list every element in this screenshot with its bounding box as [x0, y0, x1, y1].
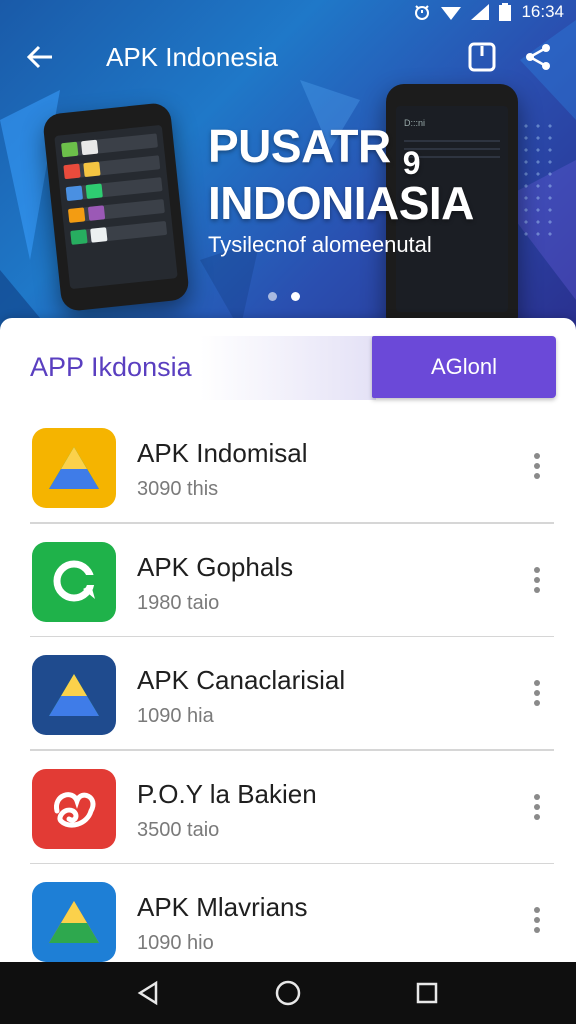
hero-headline: PUSATR 9 INDONIASIA — [208, 120, 474, 229]
list-item[interactable]: APK Indomisal 3090 this — [0, 410, 576, 524]
wifi-icon — [441, 4, 462, 20]
list-item[interactable]: APK Mlavrians 1090 hio — [0, 864, 576, 978]
app-list: APK Indomisal 3090 this APK Gophals 1980… — [0, 410, 576, 978]
app-icon — [32, 541, 116, 622]
more-vert-icon — [534, 453, 540, 479]
phone-illustration-left — [42, 101, 190, 313]
more-options-button[interactable] — [520, 671, 554, 715]
app-meta: 1090 hia — [137, 705, 214, 727]
nav-recents-button[interactable] — [397, 963, 457, 1023]
content-sheet: APP Ikdonsia AGlonl APK Indomisal 3090 t… — [0, 318, 576, 962]
bookmark-icon — [468, 42, 496, 72]
app-meta: 3500 taio — [137, 818, 220, 841]
section-action-button[interactable]: AGlonl — [372, 336, 556, 398]
drive-triangle-icon — [49, 674, 99, 716]
app-meta: 1090 hio — [137, 932, 214, 954]
more-options-button[interactable] — [520, 558, 554, 602]
carousel-pager[interactable] — [268, 292, 300, 301]
more-vert-icon — [534, 680, 540, 706]
app-meta: 3090 this — [137, 478, 219, 500]
nav-home-button[interactable] — [258, 963, 318, 1023]
app-name: APK Canaclarisial — [137, 665, 346, 695]
pager-dot-active[interactable] — [291, 292, 300, 301]
app-icon — [32, 768, 116, 849]
back-arrow-icon — [26, 45, 52, 69]
share-button[interactable] — [510, 29, 566, 85]
more-options-button[interactable] — [520, 785, 554, 829]
more-options-button[interactable] — [520, 444, 554, 488]
list-item[interactable]: APK Gophals 1980 taio — [0, 524, 576, 637]
pager-dot[interactable] — [268, 292, 277, 301]
app-icon — [32, 882, 116, 962]
more-options-button[interactable] — [520, 898, 554, 942]
app-name: P.O.Y la Bakien — [137, 778, 317, 809]
app-name: APK Mlavrians — [137, 892, 308, 922]
bookmark-button[interactable] — [454, 29, 510, 85]
chat-bubble-icon — [53, 560, 97, 601]
drive-triangle-icon — [49, 901, 99, 943]
app-icon — [32, 655, 116, 735]
back-button[interactable] — [8, 25, 72, 89]
system-nav-bar — [0, 962, 576, 1024]
app-icon — [32, 428, 116, 508]
nav-back-icon — [137, 980, 158, 1006]
signal-icon — [471, 4, 490, 20]
swirl-logo-icon — [54, 791, 96, 828]
list-item[interactable]: P.O.Y la Bakien 3500 taio — [0, 751, 576, 864]
app-name: APK Indomisal — [137, 438, 308, 468]
list-item[interactable]: APK Canaclarisial 1090 hia — [0, 637, 576, 751]
app-name: APK Gophals — [137, 551, 294, 582]
section-title: APP Ikdonsia — [30, 352, 192, 382]
page-title: APK Indonesia — [106, 41, 279, 72]
top-app-bar: APK Indonesia — [0, 24, 576, 90]
status-bar: 16:34 — [0, 0, 576, 24]
alarm-icon — [413, 3, 431, 21]
nav-recents-icon — [416, 982, 437, 1004]
clock: 16:34 — [521, 2, 564, 21]
hero-subtitle: Tysilecnof alomeenutal — [208, 232, 432, 257]
section-header: APP Ikdonsia AGlonl — [0, 336, 576, 400]
drive-triangle-icon — [49, 447, 99, 489]
nav-back-button[interactable] — [119, 963, 179, 1023]
battery-icon — [499, 3, 512, 21]
share-icon — [526, 44, 550, 70]
more-vert-icon — [534, 907, 540, 933]
more-vert-icon — [534, 566, 540, 593]
app-meta: 1980 taio — [137, 591, 220, 614]
more-vert-icon — [534, 793, 540, 820]
nav-home-icon — [275, 980, 301, 1006]
section-fade — [200, 336, 376, 400]
